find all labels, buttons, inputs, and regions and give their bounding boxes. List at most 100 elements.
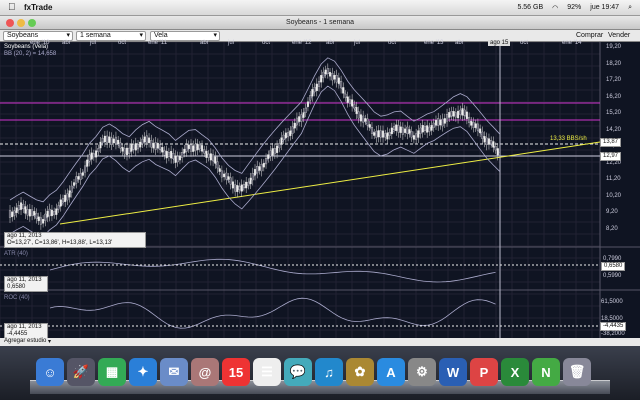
candle-body [395,124,398,131]
candle-body [445,114,449,122]
candle-body [490,140,493,145]
candle-body [258,166,261,171]
zoom-icon[interactable] [28,19,36,27]
wifi-icon[interactable]: ◠ [552,4,558,12]
candle-body [390,127,393,135]
candle-body [273,148,276,155]
excel-icon[interactable]: X [501,358,529,386]
candle-body [401,127,404,135]
candle-body [196,143,199,151]
candle-body [468,116,471,123]
clock[interactable]: jue 19:47 [590,4,619,11]
status-bar: Agregar estudio ▾ [0,338,640,346]
time-axis-label: abr [62,40,71,46]
time-axis-label: abr [326,40,335,46]
battery-status[interactable]: 92% [567,4,581,11]
add-study-button[interactable]: Agregar estudio [4,338,46,344]
price-axis-label: 8,20 [606,225,618,232]
mission-control-icon[interactable]: ▦ [98,358,126,386]
itunes-icon[interactable]: ♫ [315,358,343,386]
photos-icon[interactable]: ✿ [346,358,374,386]
trendline-tag: 13,33 BBS/sh [550,136,587,142]
candle-body [39,217,42,225]
candle-body [364,118,367,122]
time-axis-label: abr [200,40,209,46]
candle-body [311,89,314,97]
safari-icon[interactable]: ✦ [129,358,157,386]
candle-body [53,211,56,216]
trash-icon[interactable]: 🗑 [563,358,591,386]
candle-body [110,137,113,145]
price-chart[interactable] [0,42,640,338]
sell-button[interactable]: Vender [608,31,630,41]
word-icon[interactable]: W [439,358,467,386]
roc-info-box: ago 11, 2013 -4,4455 [4,323,48,339]
candle-body [66,193,69,201]
candle-body [417,130,420,138]
candle-body [485,137,488,145]
price-axis-label: 9,20 [606,209,618,215]
chevron-down-icon[interactable]: ▾ [48,338,51,345]
candle-body [251,173,254,181]
candle-body [8,210,12,218]
candle-body [256,165,259,174]
price-axis-label: 10,20 [606,192,622,199]
candle-body [454,112,457,118]
candle-body [174,155,177,163]
candle-body [154,142,157,150]
launchpad-icon[interactable]: 🚀 [67,358,95,386]
apple-icon[interactable]:  [8,2,20,13]
candle-body [88,154,91,162]
candle-body [426,125,429,133]
close-icon[interactable] [6,19,14,27]
candle-body [172,153,175,159]
candle-body [439,119,442,126]
candle-body [167,152,170,158]
atr-current-tag: 0,6580 [601,262,626,271]
candle-body [46,210,49,218]
candle-body [194,143,197,152]
system-preferences-icon[interactable]: ⚙ [408,358,436,386]
time-axis-label: oct [118,40,127,46]
search-icon[interactable]: ⌕ [628,4,632,12]
calendar-icon[interactable]: 15 [222,358,250,386]
messages-icon[interactable]: 💬 [284,358,312,386]
minimize-icon[interactable] [17,19,25,27]
price-line-tag: 12,97 [600,152,622,161]
period-select[interactable]: 1 semana ▾ [76,31,146,41]
disk-status[interactable]: 5.56 GB [517,4,543,11]
contacts-icon[interactable]: @ [191,358,219,386]
candle-body [408,129,411,134]
candle-body [181,152,184,158]
candle-body [117,139,120,145]
candle-body [139,141,142,148]
candle-body [108,136,111,143]
mail-icon[interactable]: ✉ [160,358,188,386]
price-axis-label: 19,20 [606,44,622,50]
candle-body [494,146,497,151]
roc-line [49,297,496,329]
candle-body [183,148,186,154]
candle-body [28,209,31,217]
candle-body [253,169,257,176]
price-axis-label: 11,20 [606,176,621,182]
app-menu[interactable]: fxTrade [24,3,52,12]
time-axis-label: oct [262,40,271,46]
candle-body [234,184,237,192]
candle-body [125,147,129,156]
candle-body [412,135,415,140]
candle-body [437,118,440,126]
time-axis-label: jul [228,40,235,46]
candle-body [309,95,312,101]
reminders-icon[interactable]: ☰ [253,358,281,386]
candle-body [441,118,444,127]
candle-body [156,142,159,149]
finder-icon[interactable]: ☺ [36,358,64,386]
chart-area[interactable]: Soybeans (Vela) BB (20, 2) = 14,658 ene … [0,40,640,339]
powerpoint-icon[interactable]: P [470,358,498,386]
ohlc-info-box: ago 11, 2013 O=13,27', C=13,86', H=13,88… [4,232,146,248]
candle-body [289,130,292,137]
app-store-icon[interactable]: A [377,358,405,386]
candle-body [185,144,188,152]
fxtrade-icon[interactable]: N [532,358,560,386]
